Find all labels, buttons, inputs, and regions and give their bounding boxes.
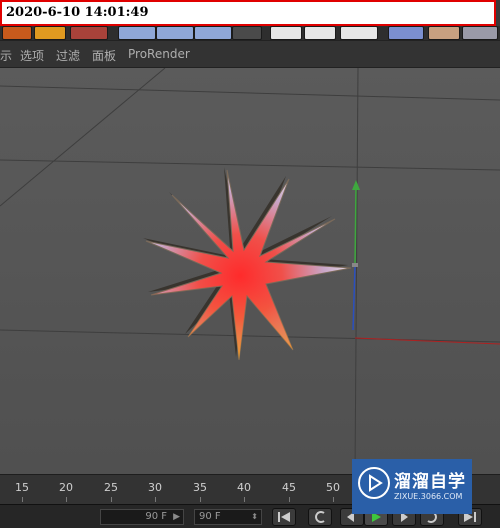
- toolbar: [0, 26, 500, 40]
- 3d-viewport[interactable]: [0, 68, 500, 474]
- toolbar-button[interactable]: [388, 26, 424, 40]
- preview-min-value: 90 F: [145, 511, 167, 522]
- toolbar-button[interactable]: [462, 26, 498, 40]
- tick-label: 35: [193, 481, 207, 494]
- menu-display[interactable]: 示: [0, 47, 12, 64]
- toolbar-button[interactable]: [232, 26, 262, 40]
- toolbar-button[interactable]: [34, 26, 66, 40]
- goto-start-icon: [278, 512, 290, 522]
- tick-mark: [244, 497, 245, 502]
- toolbar-button[interactable]: [70, 26, 108, 40]
- toolbar-button[interactable]: [428, 26, 460, 40]
- preview-max-value: 90 F: [199, 511, 221, 522]
- menu-prorender[interactable]: ProRender: [128, 47, 190, 61]
- tick-label: 45: [282, 481, 296, 494]
- watermark: 溜溜自学 ZIXUE.3066.COM: [352, 459, 472, 514]
- star-object: [143, 167, 352, 361]
- toolbar-button[interactable]: [156, 26, 194, 40]
- tick-mark: [66, 497, 67, 502]
- tick-label: 40: [237, 481, 251, 494]
- toolbar-button[interactable]: [118, 26, 156, 40]
- tick-mark: [111, 497, 112, 502]
- tick-label: 30: [148, 481, 162, 494]
- tick-label: 15: [15, 481, 29, 494]
- tick-mark: [289, 497, 290, 502]
- toolbar-button[interactable]: [194, 26, 232, 40]
- prev-key-button[interactable]: [308, 508, 332, 526]
- spinner-icon: ⬍: [251, 512, 258, 521]
- tick-mark: [333, 497, 334, 502]
- prev-key-icon: [315, 511, 325, 523]
- tick-label: 50: [326, 481, 340, 494]
- viewport-canvas: [0, 68, 500, 474]
- watermark-url: ZIXUE.3066.COM: [394, 492, 463, 501]
- tick-mark: [22, 497, 23, 502]
- viewport-menubar: 示 选项 过滤 面板 ProRender: [0, 40, 500, 68]
- watermark-logo-icon: [358, 467, 390, 499]
- watermark-title: 溜溜自学: [394, 472, 466, 492]
- toolbar-button[interactable]: [2, 26, 32, 40]
- tick-mark: [200, 497, 201, 502]
- preview-max-field[interactable]: 90 F ⬍: [194, 509, 262, 525]
- menu-panel[interactable]: 面板: [92, 47, 116, 64]
- tick-mark: [155, 497, 156, 502]
- goto-start-button[interactable]: [272, 508, 296, 526]
- tick-label: 25: [104, 481, 118, 494]
- render-settings-button[interactable]: [340, 26, 378, 40]
- field-arrow-icon: ▶: [173, 512, 180, 522]
- tick-label: 20: [59, 481, 73, 494]
- timestamp-overlay: 2020-6-10 14:01:49: [0, 0, 496, 26]
- render-button[interactable]: [304, 26, 336, 40]
- menu-options[interactable]: 选项: [20, 47, 44, 64]
- menu-filter[interactable]: 过滤: [56, 47, 80, 64]
- preview-min-field[interactable]: 90 F ▶: [100, 509, 184, 525]
- render-view-button[interactable]: [270, 26, 302, 40]
